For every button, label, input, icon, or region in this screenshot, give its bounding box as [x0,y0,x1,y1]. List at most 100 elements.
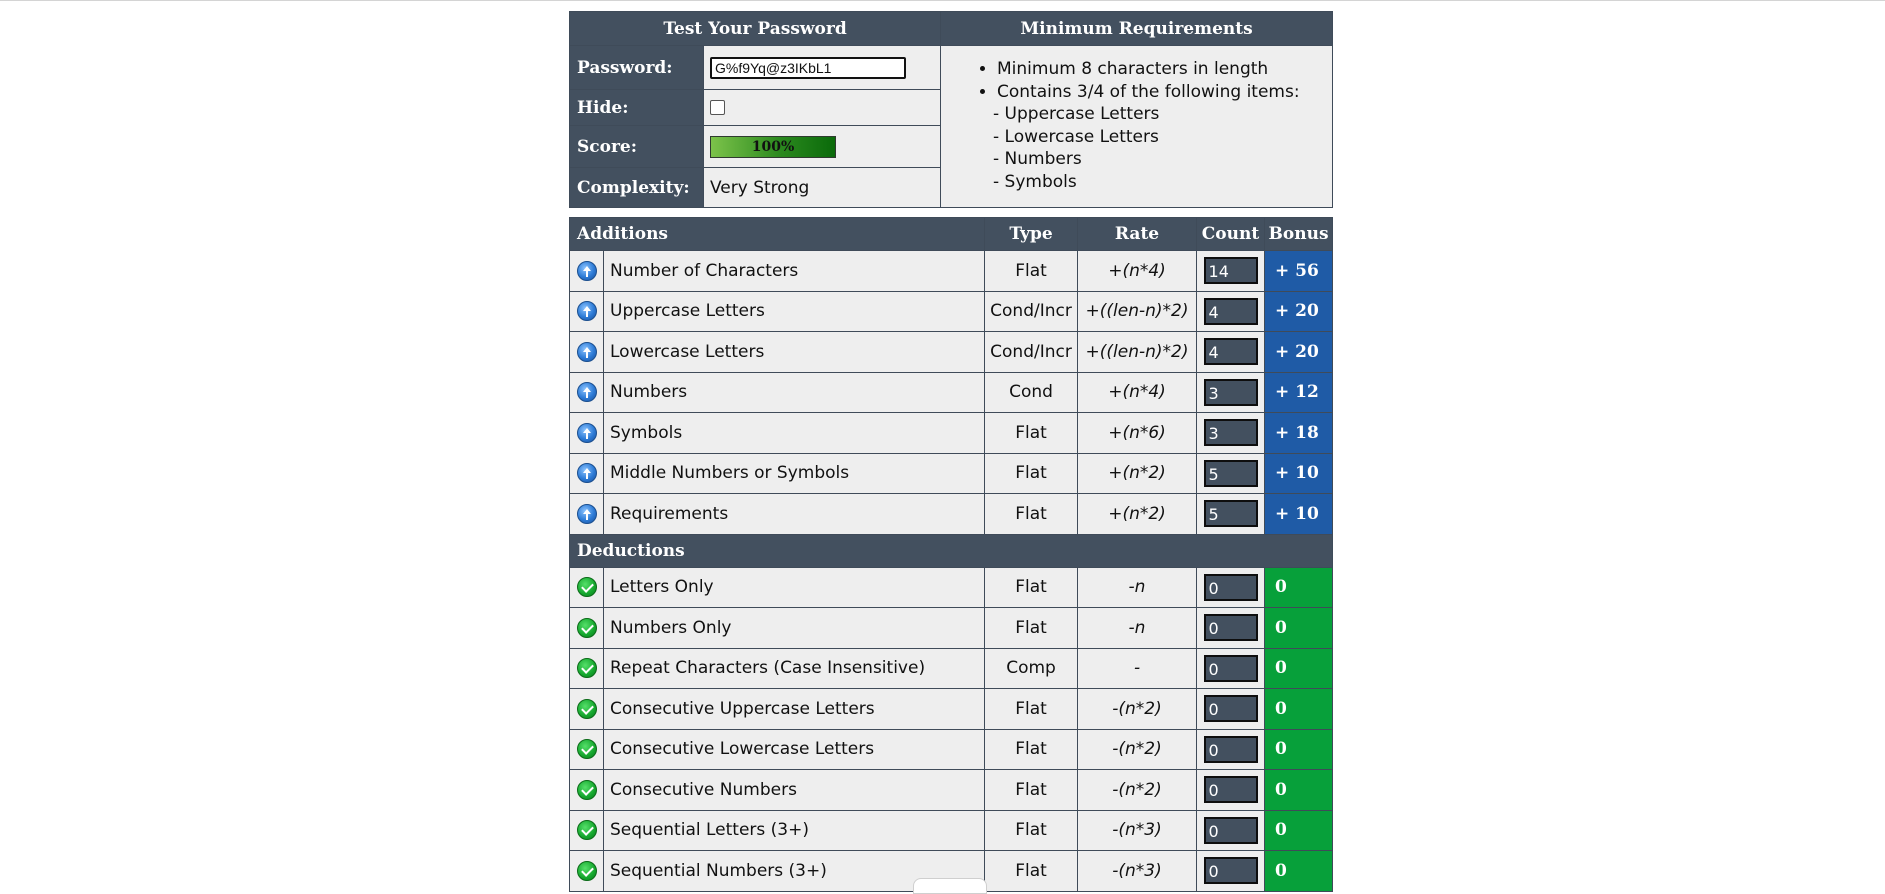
row-type: Flat [984,607,1079,649]
password-test-table: Test Your Password Minimum Requirements … [568,11,1334,208]
hide-checkbox[interactable] [710,100,725,115]
row-name: Consecutive Lowercase Letters [602,728,986,770]
type-header: Type [984,217,1079,251]
arrow-up-icon [576,301,597,322]
minimum-requirements-header: Minimum Requirements [940,11,1334,46]
row-rate: +((len-n)*2) [1077,331,1198,373]
requirement-subitem: - Lowercase Letters [993,126,1159,147]
rate-header: Rate [1077,217,1198,251]
row-rate: -(n*3) [1077,809,1198,851]
row-type: Flat [984,728,1079,770]
row-bonus: 0 [1264,607,1334,649]
row-name: Symbols [602,412,986,454]
requirement-subitem: - Numbers [993,149,1082,169]
checkmark-icon [576,577,597,598]
row-rate: - [1077,647,1198,689]
row-name: Numbers Only [602,607,986,649]
row-rate: -(n*2) [1077,728,1198,770]
arrow-up-icon [576,260,597,281]
count-box: 0 [1203,816,1258,844]
addition-row: Numbers Cond +(n*4) 3 + 12 [569,371,1334,413]
password-input[interactable] [710,56,906,79]
count-box: 4 [1203,338,1258,366]
row-name: Repeat Characters (Case Insensitive) [602,647,986,689]
score-bar: 100% [710,135,836,158]
count-box: 0 [1203,573,1258,601]
row-name: Middle Numbers or Symbols [602,452,986,494]
scroll-to-top-tab[interactable] [913,878,987,894]
count-box: 0 [1203,614,1258,642]
deductions-header: Deductions [568,533,1334,568]
requirements-panel: Minimum 8 characters in length Contains … [940,45,1334,208]
row-bonus: 0 [1264,566,1334,608]
count-box: 3 [1203,419,1258,447]
count-header: Count [1196,217,1266,251]
row-type: Flat [984,452,1079,494]
row-rate: -n [1077,566,1198,608]
count-box: 3 [1203,378,1258,406]
test-password-header: Test Your Password [568,11,942,46]
count-box: 0 [1203,857,1258,885]
password-label: Password: [569,45,704,90]
requirement-subitem: - Symbols [993,171,1077,192]
requirement-subitem: - Uppercase Letters [993,104,1160,124]
checkmark-icon [576,698,597,719]
row-name: Consecutive Uppercase Letters [602,688,986,730]
count-box: 14 [1203,257,1258,285]
deduction-row: Sequential Letters (3+) Flat -(n*3) 0 0 [569,809,1334,851]
row-rate: +(n*2) [1077,452,1198,494]
row-type: Flat [984,250,1079,292]
row-rate: +(n*4) [1077,371,1198,413]
row-bonus: 0 [1264,809,1334,851]
row-type: Cond/Incr [984,331,1079,373]
row-bonus: 0 [1264,688,1334,730]
score-label: Score: [569,125,704,168]
row-bonus: + 10 [1264,452,1334,494]
row-type: Flat [984,809,1079,851]
row-rate: +(n*2) [1077,493,1198,535]
row-type: Flat [984,850,1079,892]
row-bonus: 0 [1264,769,1334,811]
row-type: Flat [984,412,1079,454]
addition-row: Requirements Flat +(n*2) 5 + 10 [569,493,1334,535]
row-bonus: 0 [1264,728,1334,770]
row-type: Flat [984,566,1079,608]
addition-row: Symbols Flat +(n*6) 3 + 18 [569,412,1334,454]
count-box: 4 [1203,297,1258,325]
row-name: Uppercase Letters [602,290,986,332]
deduction-row: Consecutive Lowercase Letters Flat -(n*2) 0… [569,728,1334,770]
arrow-up-icon [576,341,597,362]
requirement-item: Minimum 8 characters in length [997,58,1324,81]
row-type: Flat [984,688,1079,730]
addition-row: Middle Numbers or Symbols Flat +(n*2) 5 + 10 [569,452,1334,494]
arrow-up-icon [576,463,597,484]
row-bonus: + 18 [1264,412,1334,454]
deduction-row: Letters Only Flat -n 0 0 [569,566,1334,608]
row-bonus: + 12 [1264,371,1334,413]
requirements-list: Minimum 8 characters in length Contains … [949,58,1324,193]
row-bonus: + 10 [1264,493,1334,535]
row-name: Letters Only [602,566,986,608]
addition-row: Lowercase Letters Cond/Incr +((len-n)*2) 4 +… [569,331,1334,373]
row-rate: +(n*6) [1077,412,1198,454]
addition-row: Number of Characters Flat +(n*4) 14 + 56 [569,250,1334,292]
deduction-row: Consecutive Numbers Flat -(n*2) 0 0 [569,769,1334,811]
complexity-value: Very Strong [702,167,942,208]
count-box: 5 [1203,500,1258,528]
arrow-up-icon [576,382,597,403]
row-name: Numbers [602,371,986,413]
arrow-up-icon [576,422,597,443]
row-bonus: + 56 [1264,250,1334,292]
arrow-up-icon [576,503,597,524]
row-rate: -n [1077,607,1198,649]
row-bonus: + 20 [1264,290,1334,332]
row-bonus: 0 [1264,647,1334,689]
count-box: 0 [1203,735,1258,763]
row-name: Sequential Letters (3+) [602,809,986,851]
row-rate: +(n*4) [1077,250,1198,292]
count-box: 0 [1203,776,1258,804]
row-bonus: + 20 [1264,331,1334,373]
checkmark-icon [576,779,597,800]
addition-row: Uppercase Letters Cond/Incr +((len-n)*2) 4 +… [569,290,1334,332]
deduction-row: Numbers Only Flat -n 0 0 [569,607,1334,649]
